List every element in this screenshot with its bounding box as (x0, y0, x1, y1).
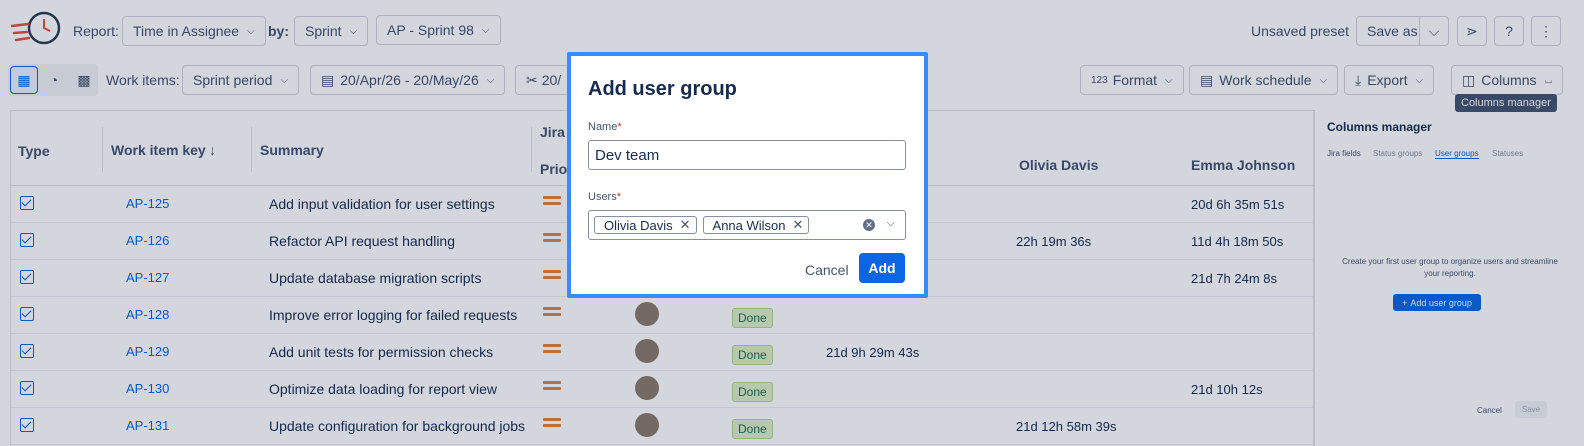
user-chip-label: Olivia Davis (604, 217, 673, 233)
remove-chip-icon[interactable]: ✕ (793, 217, 804, 233)
required-mark: * (616, 191, 622, 203)
name-input[interactable]: Dev team (588, 140, 906, 170)
name-label-text: Name (588, 121, 618, 133)
cancel-button[interactable]: Cancel (799, 255, 855, 285)
add-user-group-dialog: Add user group Name* Dev team Users* Oli… (567, 52, 928, 298)
add-button[interactable]: Add (859, 253, 905, 283)
name-field-label: Name* (588, 121, 622, 133)
required-mark: * (617, 121, 622, 133)
users-field-label: Users* (588, 191, 621, 203)
users-label-text: Users (588, 191, 617, 203)
dialog-title: Add user group (588, 78, 737, 100)
chevron-down-icon[interactable]: ⌵ (887, 217, 895, 230)
name-input-value: Dev team (595, 146, 660, 164)
users-multiselect[interactable]: Olivia Davis ✕ Anna Wilson ✕ ✕ ⌵ (588, 210, 906, 240)
remove-chip-icon[interactable]: ✕ (680, 217, 691, 233)
app-window: Report: Time in Assignee ⌵ by: Sprint ⌵ AP… (0, 0, 1584, 446)
clear-selection-icon[interactable]: ✕ (863, 219, 875, 231)
user-chip: Olivia Davis ✕ (594, 216, 697, 234)
user-chip-label: Anna Wilson (712, 217, 786, 233)
user-chip: Anna Wilson ✕ (702, 216, 810, 234)
